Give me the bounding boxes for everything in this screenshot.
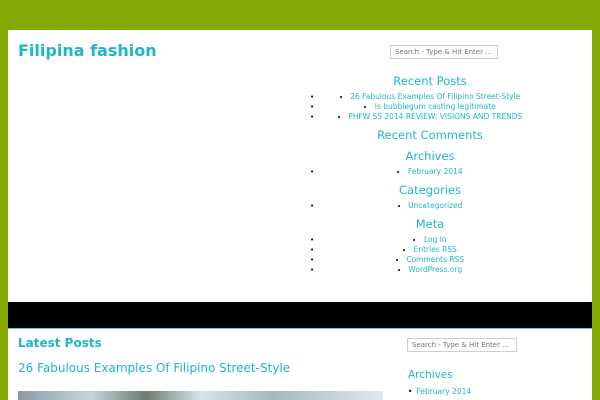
recent-posts-title: Recent Posts [393, 74, 467, 88]
bullet-icon: • [408, 387, 413, 396]
meta-link-entries-rss[interactable]: Entries RSS [414, 245, 457, 254]
page-container: Filipina fashion Recent Posts • 26 Fabulo… [8, 30, 592, 400]
search-input[interactable] [390, 45, 498, 59]
bullet-icon: • [310, 93, 315, 101]
post-title-link[interactable]: 26 Fabulous Examples Of Filipino Street-… [18, 361, 290, 375]
sidebar-archives-title: Archives [408, 369, 453, 381]
meta-link-login[interactable]: Log in [424, 235, 447, 244]
list-item: • Comments RSS [308, 255, 552, 265]
navigation-bar [8, 302, 592, 328]
list-item: • February 2014 [308, 167, 552, 177]
bullet-icon: • [310, 103, 315, 111]
recent-comments-title: Recent Comments [377, 128, 483, 142]
site-title-link[interactable]: Filipina fashion [18, 41, 157, 60]
post-featured-image[interactable] [18, 391, 383, 400]
categories-title: Categories [399, 183, 461, 197]
list-item: • Is bubblegum casting legitimate [308, 102, 552, 112]
site-title[interactable]: Filipina fashion [18, 41, 157, 60]
category-link[interactable]: Uncategorized [408, 201, 462, 210]
archives-list: • February 2014 [308, 167, 552, 177]
list-item: • WordPress.org [308, 265, 552, 275]
bullet-icon: • [310, 236, 315, 244]
recent-post-link[interactable]: PHFW SS 2014 REVIEW: VISIONS AND TRENDS [348, 112, 522, 121]
bullet-icon: • [310, 266, 315, 274]
sidebar: Recent Posts • 26 Fabulous Examples Of Fi… [308, 74, 552, 281]
recent-post-link[interactable]: Is bubblegum casting legitimate [375, 102, 496, 111]
archives-title: Archives [405, 149, 455, 163]
list-item: • Entries RSS [308, 245, 552, 255]
list-item: •February 2014 [408, 387, 471, 396]
recent-post-link[interactable]: 26 Fabulous Examples Of Filipino Street-… [350, 92, 520, 101]
meta-list: • Log in • Entries RSS • Comments RSS • Word… [308, 235, 552, 275]
bullet-icon: • [310, 168, 315, 176]
latest-posts-title: Latest Posts [18, 336, 102, 350]
list-item: • PHFW SS 2014 REVIEW: VISIONS AND TRENDS [308, 112, 552, 122]
bullet-icon: • [310, 202, 315, 210]
categories-list: • Uncategorized [308, 201, 552, 211]
bullet-icon: • [310, 246, 315, 254]
post-title[interactable]: 26 Fabulous Examples Of Filipino Street-… [18, 361, 290, 375]
meta-title: Meta [415, 217, 445, 231]
sidebar-search-input[interactable] [407, 338, 517, 352]
list-item: • Uncategorized [308, 201, 552, 211]
bullet-icon: • [310, 256, 315, 264]
nav-divider [8, 328, 592, 329]
list-item: • Log in [308, 235, 552, 245]
meta-link-wordpress[interactable]: WordPress.org [408, 265, 462, 274]
recent-posts-list: • 26 Fabulous Examples Of Filipino Street… [308, 92, 552, 122]
archive-link[interactable]: February 2014 [408, 167, 463, 176]
sidebar-archive-link[interactable]: February 2014 [416, 387, 471, 396]
meta-link-comments-rss[interactable]: Comments RSS [406, 255, 464, 264]
bullet-icon: • [310, 113, 315, 121]
list-item: • 26 Fabulous Examples Of Filipino Street… [308, 92, 552, 102]
